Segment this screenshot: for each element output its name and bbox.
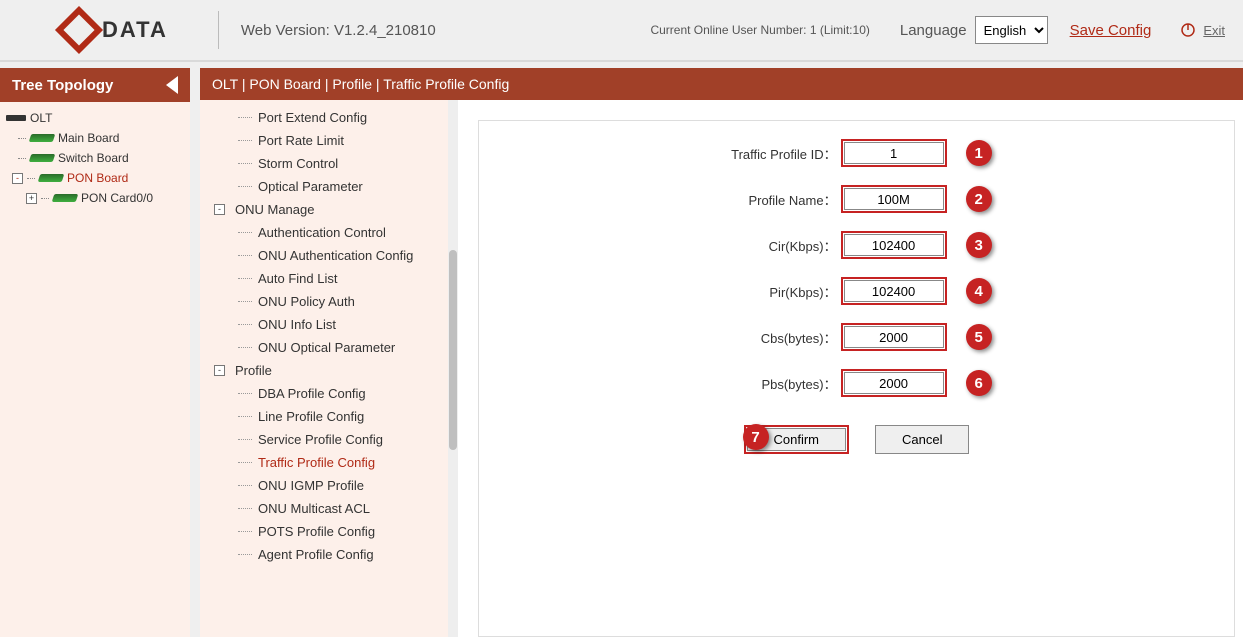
pbs-input[interactable] — [844, 372, 944, 394]
tree-node-olt[interactable]: OLT — [0, 108, 190, 128]
power-icon — [1179, 21, 1197, 39]
collapse-box-icon[interactable]: - — [12, 173, 23, 184]
field-label: Profile Name： — [479, 190, 837, 209]
form-area: Traffic Profile ID： 1 Profile Name： — [458, 100, 1243, 637]
field-label: Traffic Profile ID： — [479, 144, 837, 163]
callout-badge: 5 — [966, 324, 992, 350]
field-label: Cbs(bytes)： — [479, 328, 837, 347]
nav-item-traffic-profile[interactable]: Traffic Profile Config — [200, 451, 448, 474]
callout-badge: 1 — [966, 140, 992, 166]
exit-text: Exit — [1203, 23, 1225, 38]
collapse-tree-icon[interactable] — [166, 76, 178, 94]
field-label: Pbs(bytes)： — [479, 374, 837, 393]
form-row-cbs: Cbs(bytes)： 5 — [479, 323, 1234, 351]
web-version: Web Version: V1.2.4_210810 — [241, 22, 436, 39]
field-label: Cir(Kbps)： — [479, 236, 837, 255]
expand-box-icon[interactable]: + — [26, 193, 37, 204]
nav-item[interactable]: ONU Info List — [200, 313, 448, 336]
nav-item[interactable]: ONU Optical Parameter — [200, 336, 448, 359]
tree-title-label: Tree Topology — [12, 77, 113, 94]
nav-item[interactable]: ONU IGMP Profile — [200, 474, 448, 497]
breadcrumb: OLT | PON Board | Profile | Traffic Prof… — [200, 68, 1243, 100]
nav-column: Port Extend Config Port Rate Limit Storm… — [200, 100, 458, 637]
olt-icon — [6, 115, 26, 121]
header-divider — [218, 11, 219, 49]
form-row-cir: Cir(Kbps)： 3 — [479, 231, 1234, 259]
callout-badge: 6 — [966, 370, 992, 396]
callout-badge: 2 — [966, 186, 992, 212]
language-select[interactable]: English — [975, 16, 1048, 44]
field-label: Pir(Kbps)： — [479, 282, 837, 301]
pir-input[interactable] — [844, 280, 944, 302]
nav-item[interactable]: Agent Profile Config — [200, 543, 448, 566]
form-row-profile-name: Profile Name： 2 — [479, 185, 1234, 213]
nav-item[interactable]: Port Rate Limit — [200, 129, 448, 152]
nav-item[interactable]: ONU Policy Auth — [200, 290, 448, 313]
nav-group-onu-manage[interactable]: - ONU Manage — [200, 198, 448, 221]
save-config-link[interactable]: Save Config — [1070, 22, 1152, 39]
form-row-pbs: Pbs(bytes)： 6 — [479, 369, 1234, 397]
form-box: Traffic Profile ID： 1 Profile Name： — [478, 120, 1235, 637]
logo: DATA — [62, 13, 208, 47]
logo-text: DATA — [102, 19, 168, 41]
nav-item[interactable]: Auto Find List — [200, 267, 448, 290]
profile-name-input[interactable] — [844, 188, 944, 210]
board-icon — [29, 154, 56, 162]
button-row: 7 Confirm Cancel — [479, 425, 1234, 454]
logo-diamond-icon — [55, 6, 103, 54]
language-label: Language — [900, 22, 967, 39]
collapse-box-icon[interactable]: - — [214, 204, 225, 215]
nav-scrollbar[interactable] — [448, 100, 458, 637]
board-icon — [52, 194, 79, 202]
nav-item[interactable]: Authentication Control — [200, 221, 448, 244]
collapse-box-icon[interactable]: - — [214, 365, 225, 376]
nav-item[interactable]: ONU Multicast ACL — [200, 497, 448, 520]
form-row-pir: Pir(Kbps)： 4 — [479, 277, 1234, 305]
tree-title-bar: Tree Topology — [0, 68, 190, 102]
nav-group-profile[interactable]: - Profile — [200, 359, 448, 382]
tree-node-switch-board[interactable]: Switch Board — [0, 148, 190, 168]
callout-badge: 7 — [743, 424, 769, 450]
exit-link[interactable]: Exit — [1179, 21, 1225, 39]
nav-scrollbar-thumb[interactable] — [449, 250, 457, 450]
nav-item[interactable]: Storm Control — [200, 152, 448, 175]
nav-item[interactable]: Optical Parameter — [200, 175, 448, 198]
nav-item[interactable]: POTS Profile Config — [200, 520, 448, 543]
cbs-input[interactable] — [844, 326, 944, 348]
board-icon — [29, 134, 56, 142]
callout-badge: 4 — [966, 278, 992, 304]
form-row-traffic-profile-id: Traffic Profile ID： 1 — [479, 139, 1234, 167]
nav-item[interactable]: Port Extend Config — [200, 106, 448, 129]
traffic-profile-id-input[interactable] — [844, 142, 944, 164]
tree-column: Tree Topology OLT Main Board Switch Boar… — [0, 62, 190, 637]
tree-body: OLT Main Board Switch Board - PON Board — [0, 102, 190, 637]
nav-item[interactable]: DBA Profile Config — [200, 382, 448, 405]
callout-badge: 3 — [966, 232, 992, 258]
tree-node-main-board[interactable]: Main Board — [0, 128, 190, 148]
content-column: OLT | PON Board | Profile | Traffic Prof… — [190, 62, 1243, 637]
cancel-button[interactable]: Cancel — [875, 425, 969, 454]
header: DATA Web Version: V1.2.4_210810 Current … — [0, 0, 1243, 62]
nav-item[interactable]: ONU Authentication Config — [200, 244, 448, 267]
online-user-count: Current Online User Number: 1 (Limit:10) — [650, 23, 869, 37]
tree-node-pon-board[interactable]: - PON Board — [0, 168, 190, 188]
nav-item[interactable]: Line Profile Config — [200, 405, 448, 428]
tree-node-pon-card[interactable]: + PON Card0/0 — [0, 188, 190, 208]
board-icon — [38, 174, 65, 182]
nav-item[interactable]: Service Profile Config — [200, 428, 448, 451]
cir-input[interactable] — [844, 234, 944, 256]
